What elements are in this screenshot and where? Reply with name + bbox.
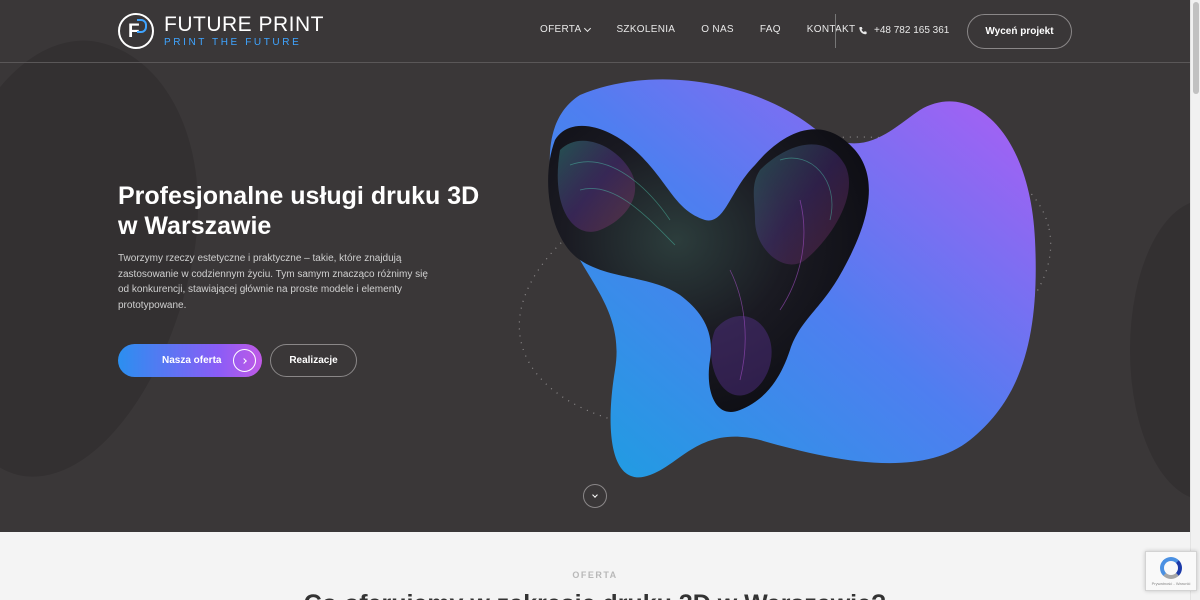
nav-item-label: O NAS	[701, 24, 734, 35]
logo-tagline: PRINT THE FUTURE	[164, 36, 302, 48]
nav-item-o-nas[interactable]: O NAS	[701, 24, 734, 35]
phone-icon	[859, 26, 867, 34]
nav-item-oferta[interactable]: OFERTA	[540, 24, 592, 35]
scroll-down-button[interactable]	[583, 484, 607, 508]
logo-name: FUTURE PRINT	[164, 12, 324, 36]
hero-description: Tworzymy rzeczy estetyczne i praktyczne …	[118, 253, 428, 311]
site-header: F FUTURE PRINT PRINT THE FUTURE OFERTA S…	[0, 0, 1190, 63]
hero-3d-illustration	[518, 79, 1052, 478]
recaptcha-icon	[1160, 556, 1182, 579]
recaptcha-badge[interactable]: Prywatność - Warunki	[1145, 551, 1197, 591]
offer-section: OFERTA Co oferujemy w zakresie druku 3D …	[0, 532, 1190, 600]
section-heading: Co oferujemy w zakresie druku 3D w Warsz…	[0, 590, 1190, 600]
nav-item-label: OFERTA	[540, 24, 582, 35]
hero-title-line1: Profesjonalne usługi druku 3D	[118, 182, 480, 210]
main-nav: OFERTA SZKOLENIA O NAS FAQ KONTAKT	[540, 24, 855, 35]
chevron-right-icon	[233, 349, 256, 372]
logo[interactable]: F FUTURE PRINT PRINT THE FUTURE	[118, 13, 324, 49]
page: F FUTURE PRINT PRINT THE FUTURE OFERTA S…	[0, 0, 1190, 600]
logo-icon: F	[118, 13, 154, 49]
realizations-button[interactable]: Realizacje	[270, 344, 357, 377]
page-scrollbar[interactable]	[1190, 0, 1200, 600]
header-divider	[835, 14, 836, 48]
nav-item-szkolenia[interactable]: SZKOLENIA	[616, 24, 675, 35]
nav-item-label: SZKOLENIA	[616, 24, 676, 35]
chevron-down-icon	[592, 491, 598, 498]
chevron-down-icon	[584, 24, 592, 32]
hero-title-line2: w Warszawie	[118, 212, 272, 240]
phone-number: +48 782 165 361	[874, 25, 950, 36]
nav-item-kontakt[interactable]: KONTAKT	[807, 24, 856, 35]
nav-item-label: FAQ	[759, 24, 781, 35]
quote-button[interactable]: Wyceń projekt	[967, 14, 1072, 49]
section-eyebrow: OFERTA	[572, 570, 618, 580]
phone-link[interactable]: +48 782 165 361	[858, 25, 949, 36]
recaptcha-text: Prywatność - Warunki	[1151, 580, 1191, 586]
our-offer-label: Nasza oferta	[162, 355, 222, 366]
nav-item-faq[interactable]: FAQ	[760, 24, 781, 35]
nav-item-label: KONTAKT	[806, 24, 856, 35]
background-blob	[1130, 200, 1190, 500]
hero-title: Profesjonalne usługi druku 3D w Warszawi…	[118, 181, 538, 241]
our-offer-button[interactable]: Nasza oferta	[118, 344, 262, 377]
scrollbar-thumb[interactable]	[1193, 2, 1199, 94]
